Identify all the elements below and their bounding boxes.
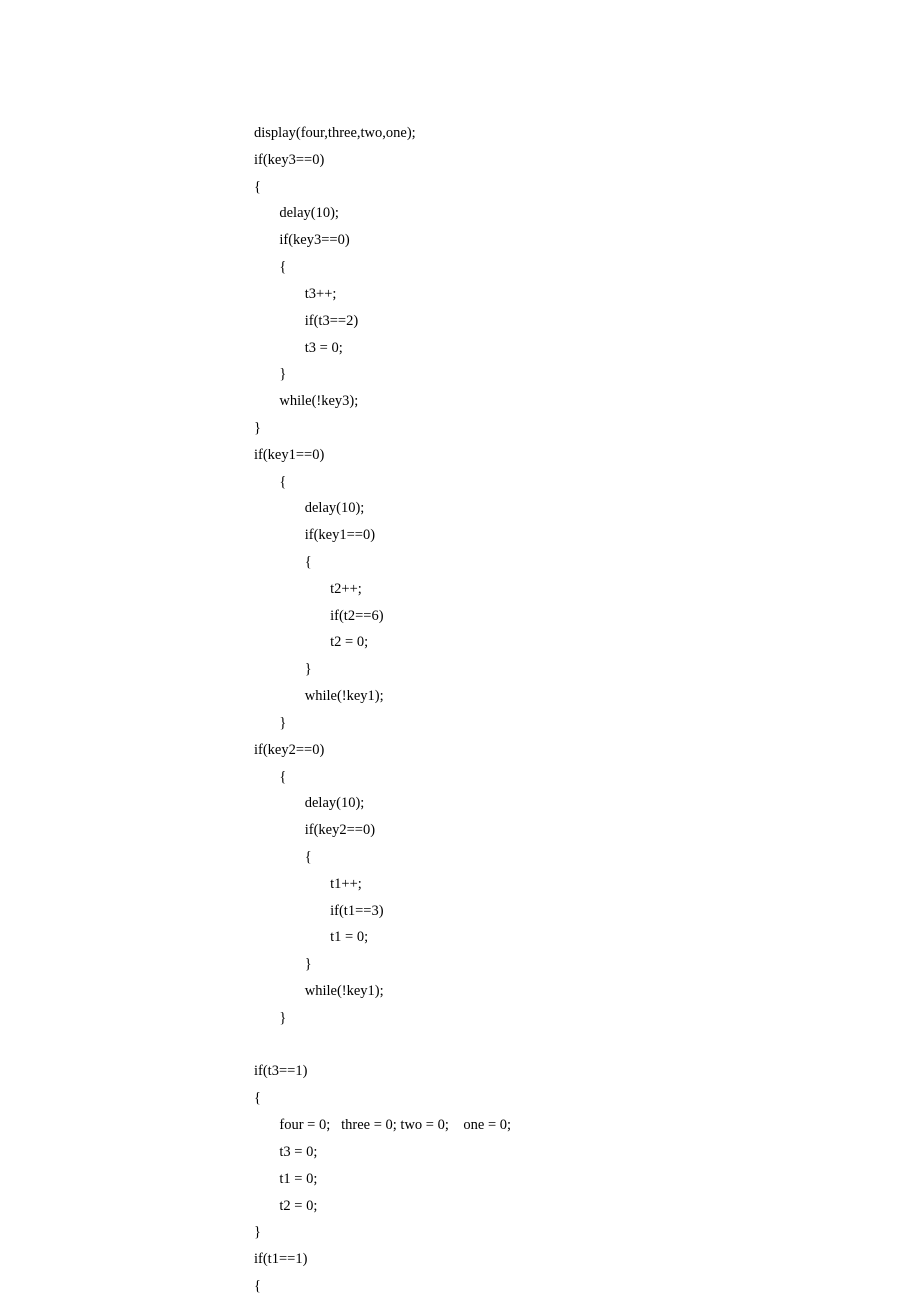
code-content: display(four,three,two,one); if(key3==0)… <box>254 125 511 1294</box>
code-block: display(four,three,two,one); if(key3==0)… <box>254 120 920 1300</box>
